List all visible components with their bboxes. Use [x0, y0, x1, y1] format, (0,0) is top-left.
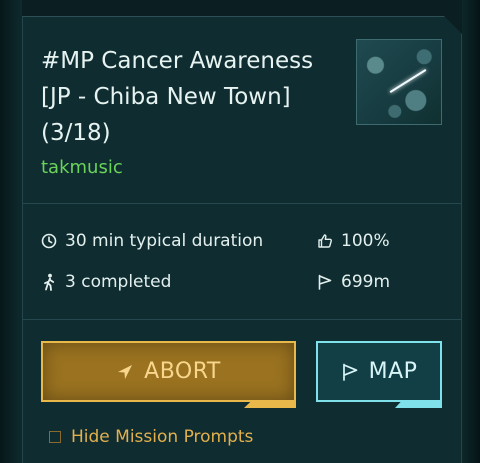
hide-prompts-label: Hide Mission Prompts — [71, 427, 254, 447]
divider-top — [23, 203, 461, 204]
stat-duration: 30 min typical duration — [41, 231, 263, 251]
mission-thumbnail — [356, 39, 442, 125]
map-button[interactable]: MAP — [316, 341, 442, 402]
mission-author[interactable]: takmusic — [41, 157, 123, 178]
hide-prompts-checkbox[interactable] — [49, 431, 61, 443]
flag-icon — [342, 363, 357, 381]
divider-bottom — [23, 319, 461, 320]
mission-title: #MP Cancer Awareness [JP - Chiba New Tow… — [41, 48, 314, 146]
mission-details-panel: #MP Cancer Awareness [JP - Chiba New Tow… — [22, 16, 462, 463]
stat-rating: 100% — [317, 231, 390, 251]
distance-text: 699m — [341, 272, 391, 292]
flag-icon — [318, 274, 332, 290]
screen-left-edge — [0, 0, 22, 463]
duration-text: 30 min typical duration — [65, 231, 264, 251]
thumbs-up-icon — [318, 234, 332, 248]
abort-button[interactable]: ABORT — [41, 341, 296, 402]
stat-distance: 699m — [317, 272, 390, 292]
map-button-tab — [395, 402, 442, 408]
clock-icon — [41, 233, 57, 249]
abort-button-label: ABORT — [144, 359, 221, 384]
stat-completed: 3 completed — [41, 272, 171, 292]
screen-right-edge — [462, 0, 480, 463]
walking-person-icon — [44, 273, 55, 291]
abort-button-tab — [244, 402, 296, 408]
panel-corner-notch — [444, 16, 462, 34]
navigation-arrow-icon — [118, 364, 133, 379]
light-streak — [389, 69, 427, 93]
rating-text: 100% — [341, 231, 390, 251]
hide-prompts-option[interactable]: Hide Mission Prompts — [49, 427, 253, 447]
map-button-label: MAP — [368, 359, 418, 384]
completed-text: 3 completed — [65, 272, 172, 292]
